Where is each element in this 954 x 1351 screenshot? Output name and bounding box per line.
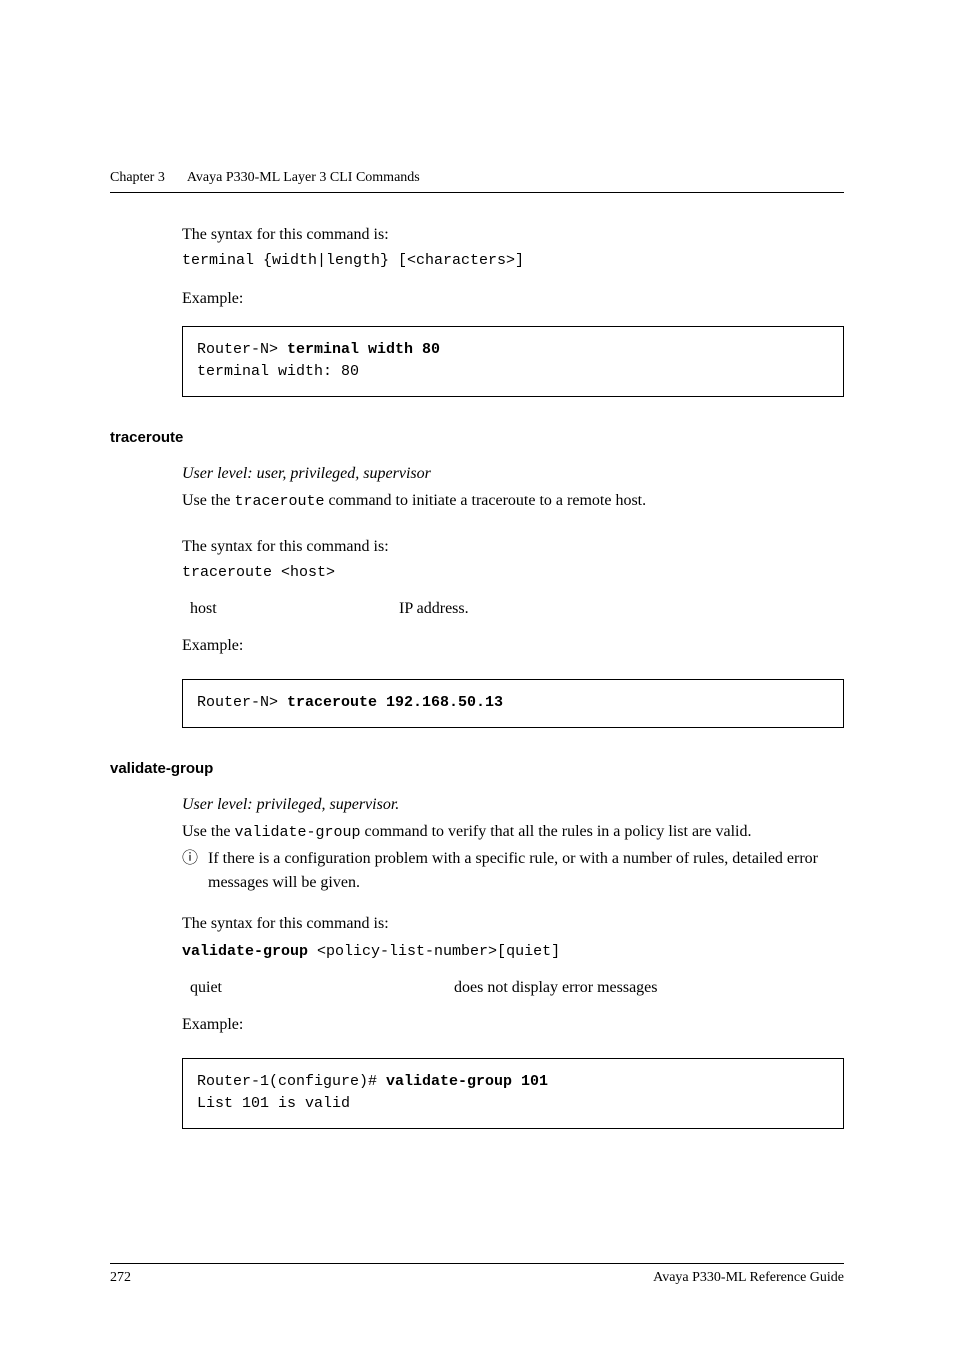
page-number: 272 xyxy=(110,1270,131,1286)
page-footer: 272 Avaya P330-ML Reference Guide xyxy=(110,1263,844,1286)
code-command: terminal width 80 xyxy=(287,341,440,358)
syntax-label: The syntax for this command is: xyxy=(182,912,844,935)
example-label: Example: xyxy=(182,290,844,308)
chapter-label: Chapter 3 xyxy=(110,170,165,186)
syntax-label: The syntax for this command is: xyxy=(182,223,844,246)
param-name: quiet xyxy=(190,979,450,997)
info-icon: ⓘ xyxy=(182,847,198,870)
param-row: quiet does not display error messages xyxy=(190,979,844,997)
page-header: Chapter 3 Avaya P330-ML Layer 3 CLI Comm… xyxy=(110,168,844,193)
command-description: Use the traceroute command to initiate a… xyxy=(182,489,844,513)
code-command: traceroute 192.168.50.13 xyxy=(287,694,503,711)
page-content: Chapter 3 Avaya P330-ML Layer 3 CLI Comm… xyxy=(0,0,954,1129)
desc-pre: Use the xyxy=(182,823,234,840)
command-description: Use the validate-group command to verify… xyxy=(182,820,844,844)
code-example: Router-1(configure)# validate-group 101 … xyxy=(182,1058,844,1129)
param-desc: does not display error messages xyxy=(454,979,658,996)
syntax-code: terminal {width|length} [<characters>] xyxy=(182,250,844,272)
code-prompt: Router-1(configure)# xyxy=(197,1073,386,1090)
syntax-code: traceroute <host> xyxy=(182,562,844,584)
syntax-label: The syntax for this command is: xyxy=(182,535,844,558)
param-desc: IP address. xyxy=(399,600,469,617)
code-command: validate-group 101 xyxy=(386,1073,548,1090)
code-prompt: Router-N> xyxy=(197,694,287,711)
desc-cmd: traceroute xyxy=(234,493,324,510)
param-name: host xyxy=(190,600,395,618)
syntax-rest: <policy-list-number>[quiet] xyxy=(308,943,560,960)
user-level: User level: user, privileged, supervisor xyxy=(182,462,844,485)
example-label: Example: xyxy=(182,1013,844,1036)
section-heading-validate-group: validate-group xyxy=(110,760,844,777)
code-output: terminal width: 80 xyxy=(197,363,359,380)
info-text: If there is a configuration problem with… xyxy=(208,850,818,890)
code-example: Router-N> traceroute 192.168.50.13 xyxy=(182,679,844,728)
syntax-code: validate-group <policy-list-number>[quie… xyxy=(182,939,844,963)
info-note: ⓘ If there is a configuration problem wi… xyxy=(182,847,844,893)
section-heading-traceroute: traceroute xyxy=(110,429,844,446)
code-output: List 101 is valid xyxy=(197,1095,350,1112)
chapter-title: Avaya P330-ML Layer 3 CLI Commands xyxy=(187,170,420,185)
desc-cmd: validate-group xyxy=(234,824,360,841)
example-label: Example: xyxy=(182,634,844,657)
user-level: User level: privileged, supervisor. xyxy=(182,793,844,816)
code-prompt: Router-N> xyxy=(197,341,287,358)
desc-post: command to initiate a traceroute to a re… xyxy=(324,492,646,509)
desc-pre: Use the xyxy=(182,492,234,509)
syntax-bold: validate-group xyxy=(182,943,308,960)
desc-post: command to verify that all the rules in … xyxy=(360,823,751,840)
param-row: host IP address. xyxy=(190,600,844,618)
code-example: Router-N> terminal width 80 terminal wid… xyxy=(182,326,844,397)
footer-title: Avaya P330-ML Reference Guide xyxy=(653,1270,844,1286)
